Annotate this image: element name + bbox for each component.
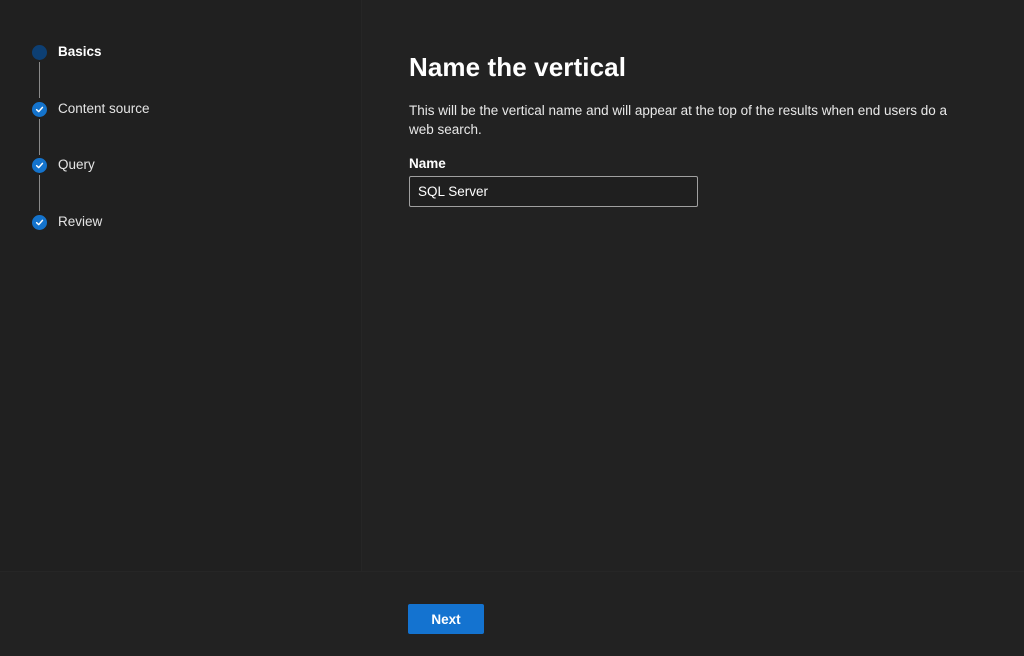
step-navigation: Basics Content source Query Review xyxy=(0,0,362,571)
name-input[interactable] xyxy=(409,176,698,207)
name-field-label: Name xyxy=(409,156,446,171)
step-label: Basics xyxy=(58,44,102,59)
checkmark-icon xyxy=(32,101,47,117)
step-label: Review xyxy=(58,213,103,229)
footer-bar: Next xyxy=(0,571,1024,656)
current-step-dot-icon xyxy=(32,45,47,60)
step-label: Query xyxy=(58,157,95,172)
page-description: This will be the vertical name and will … xyxy=(409,103,948,137)
main-content: Name the vertical This will be the verti… xyxy=(409,50,989,207)
step-connector xyxy=(39,175,40,211)
step-label: Content source xyxy=(58,100,150,116)
step-connector xyxy=(39,62,40,98)
next-button[interactable]: Next xyxy=(408,604,484,634)
checkmark-icon xyxy=(32,214,47,230)
wizard-window: Basics Content source Query Review Name … xyxy=(0,0,1024,656)
checkmark-icon xyxy=(32,158,47,173)
page-title: Name the vertical xyxy=(409,52,627,82)
step-connector xyxy=(39,118,40,155)
